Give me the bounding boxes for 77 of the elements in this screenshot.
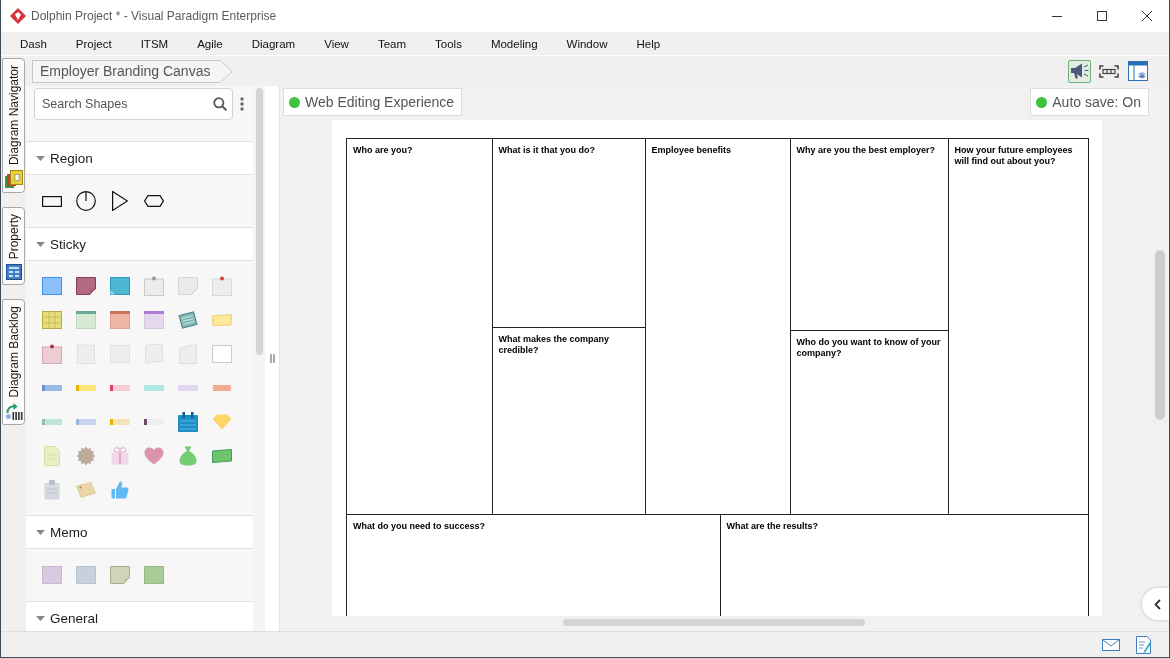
gift-icon[interactable] (111, 447, 129, 465)
more-icon[interactable] (240, 97, 244, 111)
section-header[interactable]: Sticky (26, 227, 253, 261)
documents-icon (4, 170, 23, 189)
side-tab[interactable]: Diagram Navigator (2, 58, 25, 194)
thumbs-up-icon[interactable] (111, 481, 129, 499)
block-title: What is it that you do? (498, 145, 596, 156)
layout-button[interactable] (1126, 59, 1149, 83)
heart-icon[interactable] (144, 447, 164, 465)
search-icon[interactable] (213, 97, 227, 111)
breadcrumb[interactable]: Employer Branding Canvas (32, 59, 233, 83)
menu-item[interactable]: Tools (429, 34, 468, 53)
block-title: Employee benefits (651, 145, 733, 156)
menu-item[interactable]: Agile (191, 34, 229, 53)
form-icon (5, 264, 22, 281)
menu-item[interactable]: Project (69, 34, 118, 53)
hexagon-icon[interactable] (144, 195, 164, 207)
maximize-icon (1096, 11, 1107, 21)
section-header[interactable]: Region (26, 141, 253, 175)
search-field[interactable]: Search Shapes (34, 88, 233, 120)
window-title: Dolphin Project * - Visual Paradigm Enterprise (31, 9, 277, 23)
tag-icon[interactable] (76, 482, 96, 498)
section-header[interactable]: Memo (26, 515, 253, 549)
sticky-note-icon[interactable] (212, 276, 232, 296)
rectangle-icon[interactable] (42, 195, 62, 207)
menu-item[interactable]: Modeling (484, 34, 544, 53)
block-title: What are the results? (726, 521, 820, 532)
menu-item[interactable]: ITSM (134, 34, 175, 53)
collapse-button[interactable] (1142, 588, 1169, 620)
autosave-button[interactable]: Auto save: On (1030, 88, 1149, 116)
megaphone-button[interactable] (1068, 59, 1091, 83)
arrow-bars-icon (4, 402, 23, 420)
grip-icon[interactable] (269, 354, 275, 363)
document-pencil-icon[interactable] (1136, 635, 1152, 654)
circle-icon[interactable] (76, 191, 96, 211)
sticky-note-icon[interactable] (42, 344, 62, 364)
mode-button[interactable]: Web Editing Experience (283, 88, 463, 116)
tape-strip-icon[interactable] (110, 385, 130, 391)
close-icon (1141, 11, 1152, 21)
minimize-icon (1051, 15, 1062, 17)
menu-item[interactable]: Diagram (245, 34, 302, 53)
status-dot-icon (289, 96, 300, 108)
side-tab[interactable]: Diagram Backlog (2, 299, 25, 425)
menu-item[interactable]: Help (630, 34, 667, 53)
menu-item[interactable]: View (318, 34, 355, 53)
block-title: Who are you? (353, 145, 414, 156)
calendar-icon[interactable] (178, 412, 198, 432)
megaphone-icon (1070, 63, 1089, 79)
block-title: What makes the company credible? (498, 334, 611, 356)
status-dot-icon (1036, 96, 1048, 108)
block-title: How your future employees will find out about you? (954, 145, 1074, 167)
mail-icon[interactable] (1102, 638, 1120, 651)
side-tab[interactable]: Property (2, 207, 25, 286)
gear-icon[interactable] (76, 446, 96, 466)
menu-item[interactable]: Dash (14, 34, 53, 53)
fit-frame-icon (1098, 64, 1119, 78)
block-title: Why are you the best employer? (796, 145, 937, 156)
scrollbar-thumb[interactable] (563, 619, 865, 626)
menu-item[interactable]: Team (371, 34, 413, 53)
app-logo-icon (10, 8, 26, 24)
menu-item[interactable]: Window (560, 34, 614, 53)
document-icon[interactable] (44, 446, 60, 466)
note-stack-icon[interactable] (178, 310, 198, 330)
scrollbar-thumb[interactable] (256, 88, 263, 355)
chevron-left-icon (1153, 598, 1161, 610)
money-bag-icon[interactable] (179, 446, 197, 466)
triangle-icon[interactable] (112, 191, 128, 211)
block-title: Who do you want to know of your company? (796, 337, 942, 359)
section-header[interactable]: General (26, 601, 253, 631)
tape-strip-icon[interactable] (144, 419, 164, 425)
diamond-icon[interactable] (212, 414, 232, 430)
sticky-note-icon[interactable] (76, 277, 96, 295)
block-title: What do you need to success? (353, 521, 487, 532)
window-layers-icon (1127, 61, 1148, 81)
clipboard-icon[interactable] (44, 480, 60, 500)
banknote-icon[interactable] (212, 449, 232, 463)
scrollbar-thumb[interactable] (1155, 250, 1165, 420)
